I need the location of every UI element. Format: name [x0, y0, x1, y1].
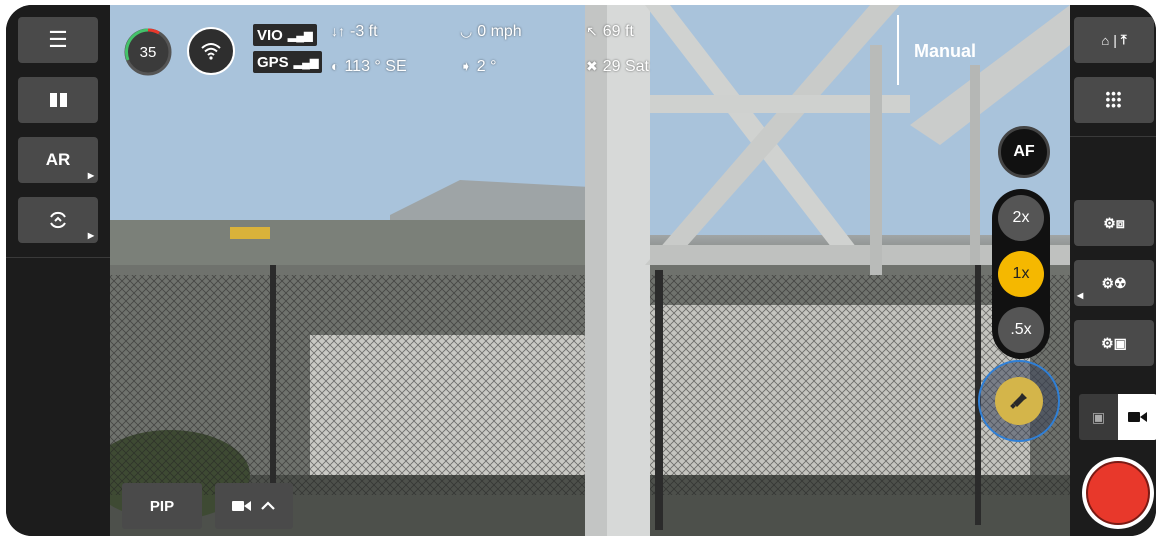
gimbal-angle-icon: ➧ [460, 58, 472, 74]
flashlight-icon [1010, 393, 1027, 409]
altitude-value: -3 ft [350, 23, 378, 40]
home-icon: ⌂ [1101, 32, 1110, 48]
pip-label: PIP [149, 497, 175, 515]
map-settings-button[interactable]: ⚙⧈ [1074, 200, 1154, 246]
record-icon [1086, 461, 1150, 525]
ar-label: AR [45, 150, 71, 169]
home-distance-icon: ↖ [586, 23, 598, 39]
zoom-1x-label: 1x [1012, 265, 1030, 282]
heading-value: 113 ° SE [344, 58, 407, 75]
flight-mode-indicator[interactable]: Manual [897, 15, 999, 85]
camera-icon: ▣ [1091, 408, 1106, 425]
takeoff-icon: ⤒ [1120, 32, 1127, 47]
wifi-icon [201, 43, 221, 60]
zoom-half-button[interactable]: .5x [998, 307, 1044, 353]
distance-readout: ↖ 69 ft [586, 23, 634, 41]
video-mode-button[interactable] [1118, 394, 1156, 440]
gimbal-reset-button[interactable]: ▶ [18, 197, 98, 243]
altitude-arrows-icon: ↓↑ [331, 23, 345, 39]
flashlight-focus-ring[interactable] [978, 360, 1060, 442]
camera-settings-button[interactable]: ⚙▣ [1074, 320, 1154, 366]
camera-source-button[interactable] [215, 483, 293, 529]
signal-bars-icon: ▂▄▆ [293, 56, 319, 69]
satellite-readout: ✖ 29 Sat [586, 58, 649, 76]
flight-mode-label: Manual [914, 41, 977, 61]
zoom-1x-button[interactable]: 1x [998, 251, 1044, 297]
vio-signal: VIO ▂▄▆ [253, 24, 317, 46]
af-label: AF [1013, 143, 1035, 160]
record-button[interactable] [1082, 457, 1154, 529]
split-view-button[interactable] [18, 77, 98, 123]
battery-percent: 35 [139, 43, 157, 61]
hamburger-icon: ☰ [48, 27, 68, 52]
zoom-2x-label: 2x [1012, 209, 1030, 226]
gps-signal: GPS ▂▄▆ [253, 51, 323, 73]
chevron-up-icon [261, 501, 275, 510]
expand-arrow-icon: ▶ [87, 171, 94, 180]
video-camera-icon [1127, 412, 1147, 422]
return-home-button[interactable]: ⌂ | ⤒ [1074, 17, 1154, 63]
ar-button[interactable]: AR ▶ [18, 137, 98, 183]
right-rail-divider [1070, 136, 1156, 137]
vio-label: VIO [257, 26, 283, 44]
zoom-2x-button[interactable]: 2x [998, 195, 1044, 241]
gps-label: GPS [257, 53, 289, 71]
left-rail-divider [6, 257, 110, 258]
gear-drone-icon: ⚙☢ [1101, 274, 1127, 291]
speedometer-icon: ◡ [460, 23, 473, 39]
signal-bars-icon: ▂▄▆ [287, 29, 313, 42]
gimbal-value: 2 ° [476, 58, 497, 75]
satellite-icon: ✖ [586, 58, 598, 74]
flashlight-button[interactable] [995, 377, 1043, 425]
pip-button[interactable]: PIP [122, 483, 202, 529]
autofocus-button[interactable]: AF [998, 126, 1050, 178]
satellite-value: 29 Sat [602, 58, 649, 75]
video-camera-icon [232, 501, 251, 511]
connection-button[interactable] [187, 27, 235, 75]
drone-camera-screen: ☰ AR ▶ ▶ 35 VIO ▂▄▆ GPS ▂▄▆ ↓↑ -3 ft ◐ 1… [6, 5, 1156, 536]
drone-settings-button[interactable]: ◀ ⚙☢ [1074, 260, 1154, 306]
split-view-icon [49, 93, 67, 107]
photo-mode-button[interactable]: ▣ [1079, 394, 1118, 440]
expand-left-arrow-icon: ◀ [1077, 291, 1084, 300]
heading-readout: ◐ 113 ° SE [331, 58, 407, 76]
gear-map-icon: ⚙⧈ [1103, 214, 1125, 231]
speed-readout: ◡ 0 mph [460, 23, 522, 41]
gear-camera-icon: ⚙▣ [1101, 334, 1127, 351]
expand-arrow-icon: ▶ [87, 231, 94, 240]
keypad-button[interactable]: ••• ••• ••• [1074, 77, 1154, 123]
menu-button[interactable]: ☰ [18, 17, 98, 63]
gimbal-readout: ➧ 2 ° [460, 58, 496, 76]
zoom-half-label: .5x [1010, 321, 1032, 338]
gimbal-icon [50, 211, 66, 229]
capture-mode-toggle: ▣ [1079, 394, 1156, 440]
left-toolbar: ☰ AR ▶ ▶ [6, 5, 110, 536]
compass-icon: ◐ [331, 58, 340, 74]
distance-value: 69 ft [602, 23, 634, 40]
altitude-readout: ↓↑ -3 ft [331, 23, 378, 41]
battery-indicator[interactable]: 35 [124, 28, 172, 76]
speed-value: 0 mph [477, 23, 522, 40]
grid-dots-icon: ••• ••• ••• [1105, 86, 1123, 113]
